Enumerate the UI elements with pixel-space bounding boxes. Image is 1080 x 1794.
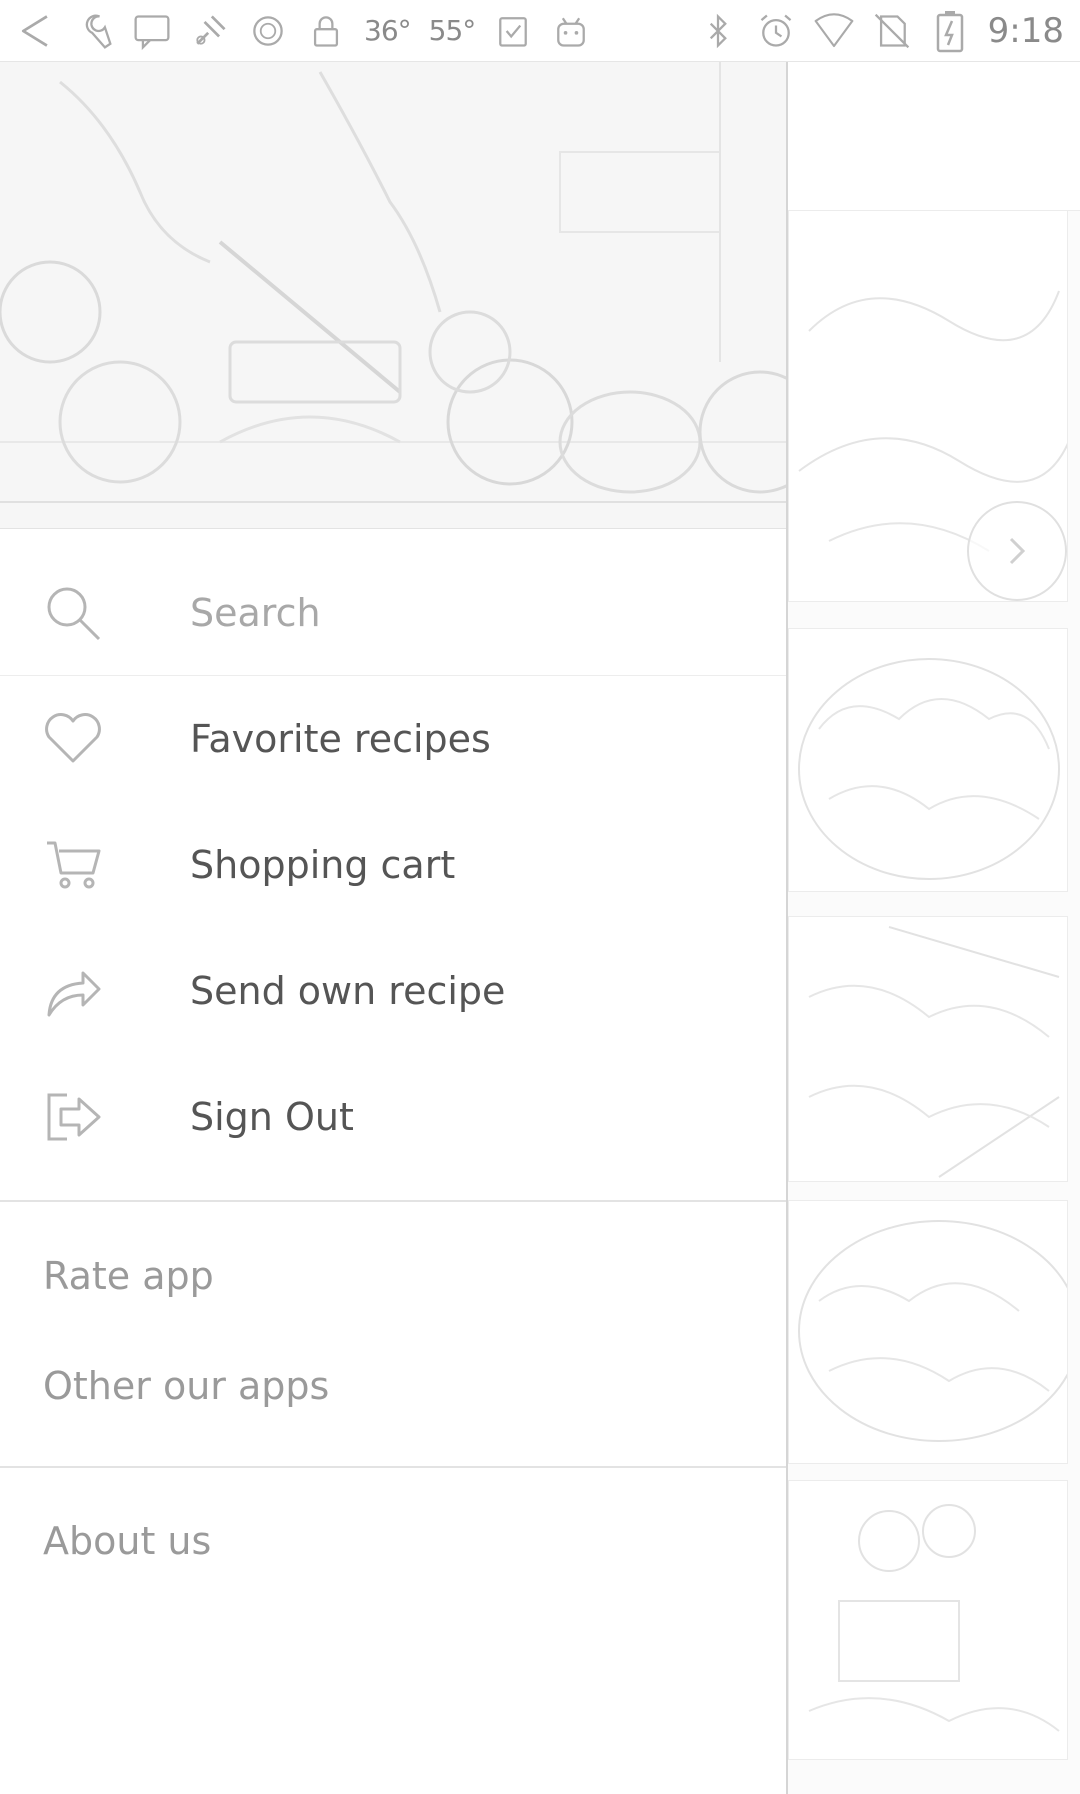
satellite-icon — [190, 11, 230, 51]
share-arrow-icon — [42, 960, 104, 1022]
navigation-drawer: Search Favorite recipes Shopping cart Se… — [0, 62, 788, 1794]
back-arrow-icon — [16, 11, 56, 51]
menu-label-sign-out: Sign Out — [190, 1095, 354, 1139]
status-left: 36° 55° — [16, 11, 591, 51]
menu-label-shopping-cart: Shopping cart — [190, 843, 456, 887]
menu-label-search: Search — [190, 590, 321, 635]
clock-time: 9:18 — [987, 10, 1064, 51]
menu-label-favorite-recipes: Favorite recipes — [190, 717, 491, 761]
temperature-1: 36° — [364, 14, 412, 47]
circle-icon — [248, 11, 288, 51]
alarm-icon — [756, 11, 796, 51]
food-photo-5[interactable] — [788, 1480, 1068, 1760]
food-photo-1[interactable] — [788, 210, 1068, 602]
food-photo-3[interactable] — [788, 916, 1068, 1182]
background-recipe-list — [788, 62, 1080, 1794]
wrench-icon — [74, 11, 114, 51]
next-arrow-button[interactable] — [967, 501, 1067, 601]
menu-item-rate-app[interactable]: Rate app — [43, 1254, 214, 1298]
menu-label-send-own-recipe: Send own recipe — [190, 969, 506, 1013]
drawer-header-image — [0, 62, 786, 529]
bluetooth-icon — [698, 11, 738, 51]
cart-icon — [42, 834, 104, 896]
food-photo-4[interactable] — [788, 1200, 1068, 1464]
temperature-2: 55° — [428, 14, 477, 47]
battery-charging-icon — [930, 10, 970, 52]
menu-item-favorite-recipes[interactable]: Favorite recipes — [0, 676, 786, 802]
android-icon — [551, 11, 591, 51]
no-sim-icon — [872, 11, 912, 51]
search-icon — [42, 582, 104, 644]
background-toolbar — [788, 62, 1080, 211]
menu-divider-1 — [0, 1200, 786, 1202]
sign-out-icon — [42, 1086, 104, 1148]
food-photo-2[interactable] — [788, 628, 1068, 892]
clipboard-check-icon — [493, 11, 533, 51]
status-bar: 36° 55° 9:18 — [0, 0, 1080, 62]
menu-item-about-us[interactable]: About us — [43, 1519, 211, 1563]
menu-item-other-apps[interactable]: Other our apps — [43, 1364, 329, 1408]
drawer-menu: Search Favorite recipes Shopping cart Se… — [0, 550, 786, 1180]
screen: 36° 55° 9:18 Search Favorite recipes Sho… — [0, 0, 1080, 1794]
menu-divider-2 — [0, 1466, 786, 1468]
wifi-icon — [814, 11, 854, 51]
message-icon — [132, 11, 172, 51]
status-right: 9:18 — [698, 10, 1064, 52]
lock-icon — [306, 11, 346, 51]
menu-item-shopping-cart[interactable]: Shopping cart — [0, 802, 786, 928]
menu-item-send-own-recipe[interactable]: Send own recipe — [0, 928, 786, 1054]
menu-item-search[interactable]: Search — [0, 550, 786, 676]
menu-item-sign-out[interactable]: Sign Out — [0, 1054, 786, 1180]
heart-icon — [42, 708, 104, 770]
